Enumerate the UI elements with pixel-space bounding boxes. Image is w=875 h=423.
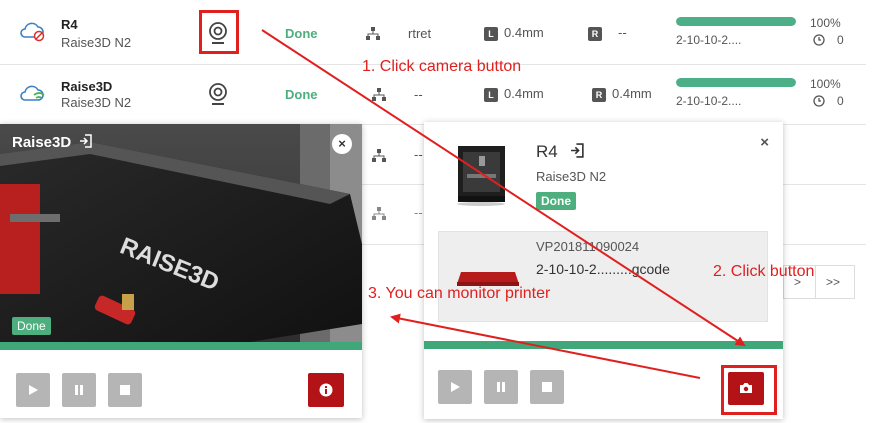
nozzle-right-value: 0.4mm bbox=[612, 86, 652, 101]
file-name: 2-10-10-2.... bbox=[676, 94, 742, 108]
nozzle-left-value: 0.4mm bbox=[504, 86, 544, 101]
nozzle-right: R 0.4mm bbox=[592, 86, 652, 102]
nozzle-right-tag: R bbox=[588, 26, 602, 41]
camera-title: Raise3D bbox=[12, 134, 93, 151]
play-button[interactable] bbox=[438, 370, 472, 404]
network-icon bbox=[366, 27, 380, 43]
camera-feed: RAISE3D Raise3D × Done bbox=[0, 124, 362, 342]
last-page-button[interactable]: >> bbox=[826, 275, 840, 289]
annotation-box-camera-button bbox=[199, 10, 239, 54]
status-label: Done bbox=[285, 87, 318, 102]
camera-popup: RAISE3D Raise3D × Done bbox=[0, 124, 362, 418]
remaining-time: 0 bbox=[837, 94, 844, 108]
progress-fill bbox=[676, 17, 796, 26]
webcam-icon[interactable] bbox=[207, 82, 229, 109]
progress-strip bbox=[0, 342, 362, 350]
progress-fill bbox=[676, 78, 796, 87]
file-name: 2-10-10-2.... bbox=[676, 33, 742, 47]
network-icon bbox=[372, 149, 386, 165]
nozzle-left: L 0.4mm bbox=[484, 86, 544, 102]
progress-percent: 100% bbox=[810, 16, 841, 30]
play-icon bbox=[451, 382, 460, 392]
annotation-step1: 1. Click camera button bbox=[362, 58, 522, 75]
printer-name: Raise3D bbox=[61, 79, 113, 94]
nozzle-right-value: -- bbox=[618, 25, 627, 40]
printer-list-page: R4 Raise3D N2 Done rtret L 0.4mm R -- 100%… bbox=[0, 0, 875, 423]
login-icon[interactable] bbox=[570, 143, 585, 158]
info-button[interactable] bbox=[308, 373, 344, 407]
nozzle-left-tag: L bbox=[484, 87, 498, 102]
stop-icon bbox=[542, 382, 552, 392]
play-icon bbox=[29, 385, 38, 395]
detail-printer-model: Raise3D N2 bbox=[536, 169, 607, 184]
printer-row[interactable]: R4 Raise3D N2 Done rtret L 0.4mm R -- 100%… bbox=[0, 0, 866, 65]
stop-icon bbox=[120, 385, 130, 395]
printer-model: Raise3D N2 bbox=[61, 95, 132, 110]
job-name: -- bbox=[414, 205, 423, 220]
network-icon bbox=[372, 207, 386, 223]
progress-strip bbox=[424, 341, 783, 349]
remaining-time: 0 bbox=[837, 33, 844, 47]
annotation-step3: 3. You can monitor printer bbox=[368, 285, 551, 302]
pause-icon bbox=[497, 382, 505, 392]
nozzle-right-tag: R bbox=[592, 87, 606, 102]
pause-button[interactable] bbox=[62, 373, 96, 407]
printer-thumbnail bbox=[454, 144, 509, 206]
detail-printer-name-text: R4 bbox=[536, 142, 558, 161]
pause-icon bbox=[75, 385, 83, 395]
clock-icon bbox=[813, 95, 825, 110]
nozzle-left-tag: L bbox=[484, 26, 498, 41]
job-name: -- bbox=[414, 147, 423, 162]
close-icon[interactable]: × bbox=[760, 134, 769, 151]
nozzle-left-value: 0.4mm bbox=[504, 25, 544, 40]
cloud-wifi-icon bbox=[18, 83, 46, 108]
job-file: 2-10-10-2.........gcode bbox=[536, 261, 670, 277]
progress-bar bbox=[676, 17, 796, 26]
printer-name: R4 bbox=[61, 17, 78, 32]
detail-status-badge: Done bbox=[536, 192, 576, 210]
stop-button[interactable] bbox=[108, 373, 142, 407]
job-name: -- bbox=[414, 87, 423, 102]
status-label: Done bbox=[285, 26, 318, 41]
info-icon bbox=[319, 383, 333, 397]
clock-icon bbox=[813, 34, 825, 49]
annotation-box-snapshot-button bbox=[721, 365, 777, 415]
pause-button[interactable] bbox=[484, 370, 518, 404]
job-id: VP201811090024 bbox=[536, 239, 640, 254]
job-name: rtret bbox=[408, 26, 432, 41]
login-icon bbox=[80, 134, 93, 148]
printer-model: Raise3D N2 bbox=[61, 35, 132, 50]
detail-printer-name: R4 bbox=[536, 142, 585, 162]
cloud-offline-icon bbox=[18, 20, 46, 45]
annotation-step2: 2. Click button bbox=[713, 263, 815, 280]
close-icon[interactable]: × bbox=[332, 134, 352, 154]
pager-divider bbox=[815, 266, 816, 298]
nozzle-right: R -- bbox=[588, 25, 627, 41]
progress-bar bbox=[676, 78, 796, 87]
stop-button[interactable] bbox=[530, 370, 564, 404]
progress-percent: 100% bbox=[810, 77, 841, 91]
play-button[interactable] bbox=[16, 373, 50, 407]
nozzle-left: L 0.4mm bbox=[484, 25, 544, 41]
camera-status-badge: Done bbox=[12, 317, 51, 335]
camera-title-text: Raise3D bbox=[12, 134, 72, 151]
network-icon bbox=[372, 88, 386, 104]
